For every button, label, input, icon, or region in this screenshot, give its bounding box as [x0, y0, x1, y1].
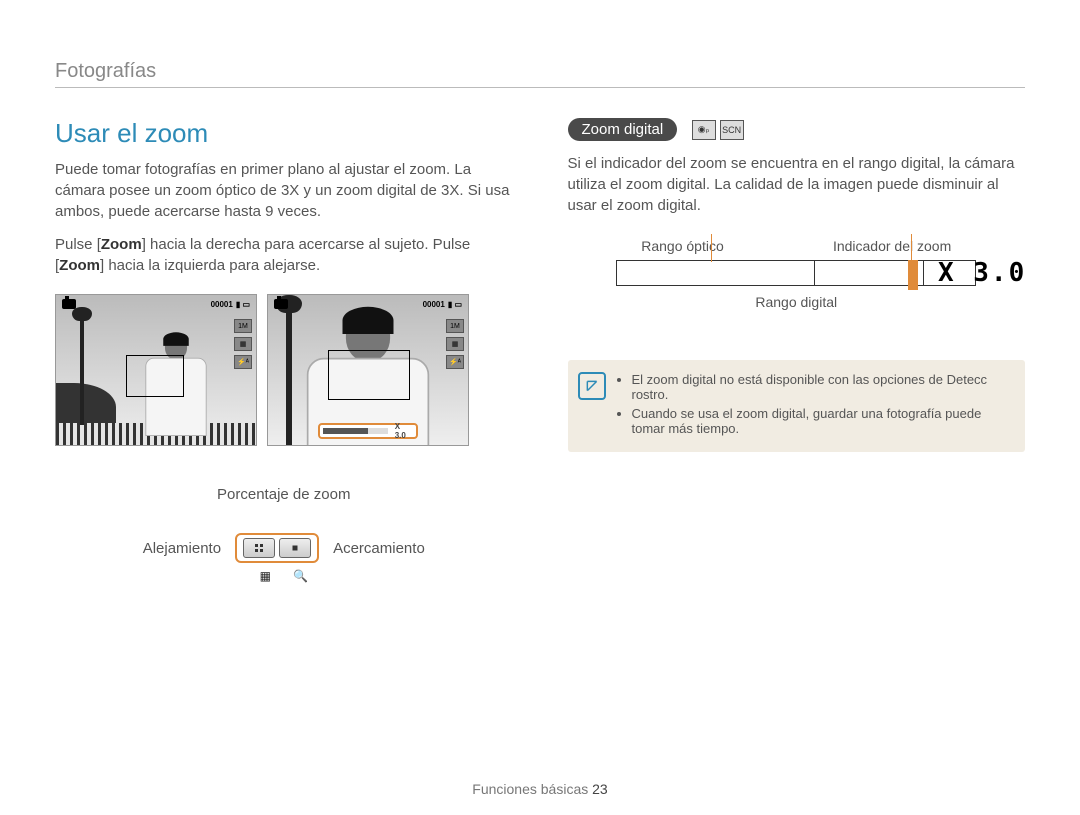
note-box: El zoom digital no está disponible con l… [568, 360, 1026, 452]
section-header: Fotografías [55, 60, 1025, 88]
zoom-rocker [235, 533, 319, 563]
side-status-icons: 1M ▦ ⚡ᴬ [234, 319, 252, 369]
grid-icon [253, 542, 265, 554]
zoom-in-button[interactable] [279, 538, 311, 558]
zoom-indicator-label: Indicador del zoom [833, 238, 951, 254]
footer-label: Funciones básicas [472, 781, 588, 797]
focus-frame [328, 350, 410, 400]
frame-counter: 00001 [211, 300, 233, 309]
note-item: Cuando se usa el zoom digital, guardar u… [632, 406, 1012, 436]
single-icon [289, 542, 301, 554]
zoom-bar: X 3.0 [318, 423, 418, 439]
zoom-sub-icons: ▦ 🔍 [55, 569, 513, 583]
digital-zoom-badge: Zoom digital [568, 118, 678, 141]
instruction-paragraph: Pulse [Zoom] hacia la derecha para acerc… [55, 234, 513, 276]
left-column: Usar el zoom Puede tomar fotografías en … [55, 118, 513, 583]
zoom-keyword: Zoom [59, 257, 100, 274]
preview-screens: 00001 ▮ ▭ 1M ▦ ⚡ᴬ 00001 ▮ ▭ [55, 294, 513, 446]
mode-photo-icon: ◉ₚ [692, 120, 716, 140]
mode-icons: ◉ₚ SCN [692, 120, 744, 140]
digital-range-label: Rango digital [616, 294, 976, 310]
focus-frame [126, 355, 184, 397]
zoom-in-label: Acercamiento [333, 540, 425, 557]
preview-screen-wide: 00001 ▮ ▭ 1M ▦ ⚡ᴬ [55, 294, 257, 446]
camera-icon [274, 299, 288, 309]
page-number: 23 [592, 781, 608, 797]
intro-paragraph: Puede tomar fotografías en primer plano … [55, 159, 513, 222]
zoom-bar-label: X 3.0 [391, 422, 416, 440]
page-title: Usar el zoom [55, 118, 513, 149]
zoom-out-button[interactable] [243, 538, 275, 558]
digital-zoom-paragraph: Si el indicador del zoom se encuentra en… [568, 153, 1026, 216]
zoom-percentage-callout: Porcentaje de zoom [55, 486, 513, 503]
frame-counter: 00001 [423, 300, 445, 309]
text: Pulse [ [55, 236, 101, 253]
note-icon [578, 372, 606, 400]
flash-icon: ⚡ᴬ [234, 355, 252, 369]
text: ] hacia la izquierda para alejarse. [100, 257, 320, 274]
thumbnails-icon: ▦ [260, 569, 271, 583]
preview-screen-zoomed: 00001 ▮ ▭ 1M ▦ ⚡ᴬ X 3.0 [267, 294, 469, 446]
camera-icon [62, 299, 76, 309]
mode-scene-icon: SCN [720, 120, 744, 140]
zoom-value: X 3.0 [938, 258, 1026, 288]
zoom-indicator-marker [908, 260, 918, 290]
resolution-icon: 1M [234, 319, 252, 333]
zoom-out-label: Alejamiento [143, 540, 221, 557]
zoom-control-row: Alejamiento Acercamiento [55, 533, 513, 563]
page-footer: Funciones básicas 23 [0, 781, 1080, 797]
zoom-range-diagram: Rango óptico Indicador del zoom X 3.0 Ra… [616, 238, 976, 310]
status-icon: ▦ [234, 337, 252, 351]
note-item: El zoom digital no está disponible con l… [632, 372, 1012, 402]
right-column: Zoom digital ◉ₚ SCN Si el indicador del … [568, 118, 1026, 583]
magnifier-icon: 🔍 [293, 569, 308, 583]
zoom-keyword: Zoom [101, 236, 142, 253]
